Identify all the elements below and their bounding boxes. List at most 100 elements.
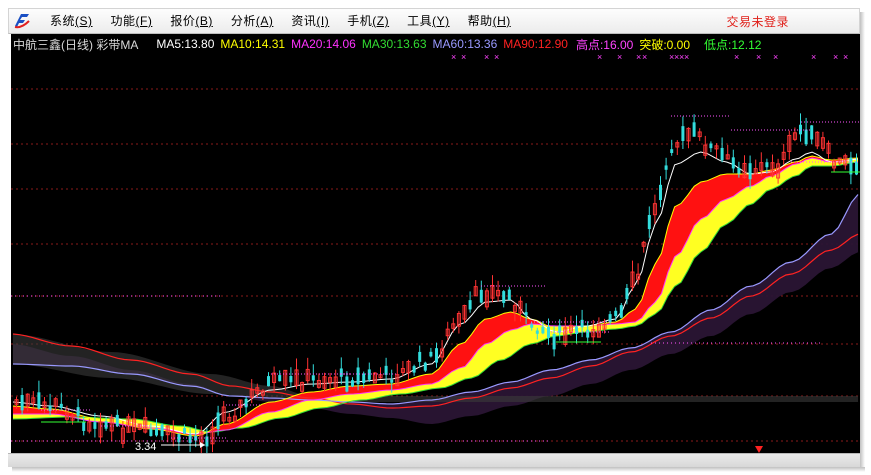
candle-body	[647, 214, 651, 230]
menu-item-label: 资讯	[291, 14, 317, 28]
menu-item-hotkey: (Z)	[372, 14, 390, 28]
signal-marker: ×	[773, 52, 778, 62]
menu-item-hotkey: (Y)	[432, 14, 450, 28]
candle-body	[608, 314, 612, 323]
menu-item-label: 帮助	[467, 14, 493, 28]
menu-item-hotkey: (B)	[195, 14, 213, 28]
candle-body	[810, 125, 814, 140]
candle-body	[664, 165, 668, 170]
candle-body	[339, 368, 343, 377]
candle-body	[765, 162, 769, 168]
candle-body	[289, 376, 293, 383]
legend-ma20: MA20:14.06	[291, 37, 356, 51]
window-shadow-right	[860, 12, 865, 467]
candle-body	[149, 429, 153, 437]
candle-body	[524, 312, 528, 316]
signal-marker: ×	[843, 52, 848, 62]
candle-body	[362, 373, 366, 383]
menu-item-hotkey: (S)	[75, 14, 93, 28]
candle-body	[351, 380, 354, 387]
candle-body	[681, 126, 685, 141]
signal-marker: ×	[811, 52, 816, 62]
candle-body	[418, 351, 422, 362]
window-shadow-bottom	[12, 467, 865, 472]
candle-body	[216, 412, 220, 430]
menu-item-label: 功能	[110, 14, 136, 28]
app-window: 系统(S) 功能(F) 报价(B) 分析(A) 资讯(I) 手机(Z) 工具(Y) 帮助(H)…	[0, 0, 871, 475]
candle-body	[278, 375, 282, 382]
candle-body	[59, 403, 63, 408]
candle-body	[160, 424, 164, 437]
legend-high: 高点:16.00	[575, 37, 634, 52]
candle-body	[552, 334, 556, 350]
candle-body	[530, 324, 534, 328]
candle-body	[244, 398, 248, 408]
app-logo-icon[interactable]	[11, 10, 33, 32]
menu-item-hotkey: (H)	[492, 14, 511, 28]
candle-body	[104, 421, 108, 429]
chart-legend: 中航三鑫(日线) 彩带MA MA5:13.80 MA10:14.31 MA20:…	[11, 34, 761, 54]
menu-item-1[interactable]: 功能(F)	[102, 10, 162, 32]
legend-breakout: 突破:0.00	[639, 37, 691, 52]
bottom-marker	[755, 446, 763, 453]
long-ma-band	[13, 194, 858, 424]
candle-body	[541, 326, 545, 334]
candle-body	[115, 414, 119, 427]
candle-body	[76, 407, 80, 416]
legend-ma10: MA10:14.31	[220, 37, 286, 51]
candle-body	[155, 428, 158, 436]
candle-body	[345, 376, 349, 392]
kline-chart[interactable]: 3.34× × × × × × × × × × × × × × × × × ×	[11, 34, 860, 453]
kline-chart-panel[interactable]: 3.34 × × × × × × × × × × × × × × × × × × 中航三鑫(日线) 彩带MA MA5…	[11, 34, 860, 453]
bottom-status-strip	[8, 453, 860, 467]
trade-login-link[interactable]: 交易未登录	[726, 12, 789, 32]
candle-body	[82, 421, 86, 431]
menu-item-5[interactable]: 手机(Z)	[338, 10, 398, 32]
menu-item-2[interactable]: 报价(B)	[161, 10, 222, 32]
candle-body	[507, 289, 511, 300]
candle-body	[423, 362, 427, 371]
candle-body	[692, 122, 696, 137]
candle-body	[575, 326, 578, 334]
candle-body	[412, 366, 416, 373]
menu-item-3[interactable]: 分析(A)	[222, 10, 283, 32]
candle-body	[535, 330, 539, 334]
menu-item-4[interactable]: 资讯(I)	[282, 10, 338, 32]
menu-item-label: 分析	[230, 14, 256, 28]
candle-body	[429, 351, 433, 357]
candle-body	[709, 143, 713, 149]
menu-item-label: 报价	[170, 14, 196, 28]
candle-body	[737, 167, 741, 174]
legend-ma90: MA90:12.90	[503, 37, 568, 51]
candle-body	[311, 375, 315, 381]
candle-body	[367, 369, 371, 380]
candle-body	[435, 348, 438, 363]
candle-body	[625, 287, 629, 300]
low-price-label: 3.34	[135, 441, 156, 453]
candle-body	[670, 149, 674, 154]
candle-body	[804, 129, 808, 145]
signal-marker: ×	[833, 52, 838, 62]
candle-body	[188, 434, 192, 443]
menu-item-0[interactable]: 系统(S)	[41, 10, 102, 32]
menu-item-hotkey: (I)	[316, 14, 330, 28]
menu-items: 系统(S) 功能(F) 报价(B) 分析(A) 资讯(I) 手机(Z) 工具(Y) 帮助(H)	[41, 10, 520, 32]
candle-body	[20, 395, 24, 411]
candle-body	[502, 291, 506, 303]
legend-ma5: MA5:13.80	[156, 37, 215, 51]
menu-item-6[interactable]: 工具(Y)	[398, 10, 459, 32]
candle-body	[659, 184, 662, 201]
candle-body	[390, 379, 394, 383]
candle-body	[183, 428, 186, 434]
candle-body	[731, 157, 735, 169]
legend-ma60: MA60:13.36	[432, 37, 498, 51]
candle-body	[356, 367, 360, 385]
candle-body	[580, 319, 584, 328]
menu-item-hotkey: (A)	[255, 14, 274, 28]
menu-item-7[interactable]: 帮助(H)	[459, 10, 520, 32]
menu-item-hotkey: (F)	[135, 14, 153, 28]
candle-body	[37, 392, 41, 409]
candle-body	[720, 147, 724, 161]
menu-item-label: 工具	[407, 14, 433, 28]
candle-body	[468, 300, 472, 310]
